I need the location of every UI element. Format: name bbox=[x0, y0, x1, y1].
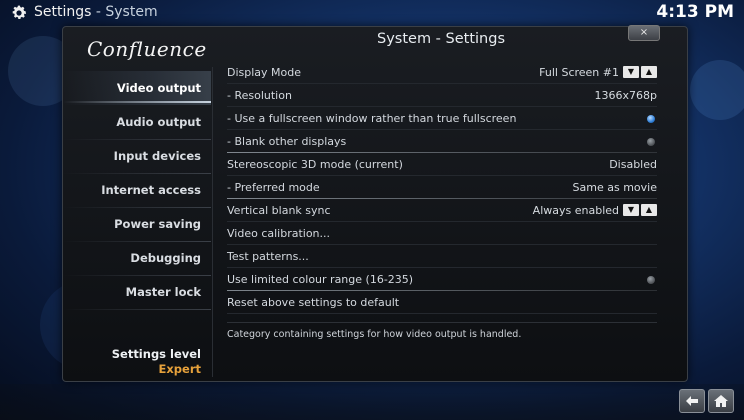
spinner-up-icon[interactable]: ▲ bbox=[641, 66, 657, 78]
background-bokeh bbox=[690, 60, 744, 120]
sidebar-divider bbox=[63, 173, 211, 174]
sidebar-item-master-lock[interactable]: Master lock bbox=[63, 275, 211, 309]
setting-label: Display Mode bbox=[227, 66, 302, 79]
sidebar-divider bbox=[63, 241, 211, 242]
spinner-up-icon[interactable]: ▲ bbox=[641, 204, 657, 216]
description-divider bbox=[227, 322, 657, 323]
sidebar-divider bbox=[63, 207, 211, 208]
setting-label: Test patterns... bbox=[227, 250, 309, 263]
setting-label: Stereoscopic 3D mode (current) bbox=[227, 158, 403, 171]
sidebar-item-power-saving[interactable]: Power saving bbox=[63, 207, 211, 241]
setting-label: - Use a fullscreen window rather than tr… bbox=[227, 112, 517, 125]
spinner-control: ▼ ▲ bbox=[623, 66, 657, 78]
setting-label: - Preferred mode bbox=[227, 181, 320, 194]
sidebar-divider bbox=[63, 139, 211, 140]
radio-off-icon[interactable] bbox=[647, 276, 655, 284]
setting-value: Always enabled bbox=[532, 204, 619, 217]
top-bar: Settings - System 4:13 PM bbox=[0, 0, 744, 26]
settings-list: Display Mode Full Screen #1 ▼ ▲ - Resolu… bbox=[227, 61, 657, 314]
sidebar: Video output Audio output Input devices … bbox=[63, 71, 211, 309]
sidebar-item-internet-access[interactable]: Internet access bbox=[63, 173, 211, 207]
page-title: System - Settings bbox=[377, 31, 505, 47]
setting-label: Video calibration... bbox=[227, 227, 331, 240]
sidebar-item-audio-output[interactable]: Audio output bbox=[63, 105, 211, 139]
gear-icon bbox=[12, 5, 27, 19]
setting-label: Vertical blank sync bbox=[227, 204, 331, 217]
bottom-bar bbox=[0, 384, 744, 420]
confluence-logo: Confluence bbox=[87, 37, 207, 61]
spinner-down-icon[interactable]: ▼ bbox=[623, 66, 639, 78]
breadcrumb-section: System bbox=[105, 4, 158, 20]
breadcrumb-app: Settings bbox=[34, 4, 92, 20]
settings-level-button[interactable]: Settings level Expert bbox=[63, 347, 201, 376]
breadcrumb: Settings - System bbox=[34, 4, 158, 20]
spinner-down-icon[interactable]: ▼ bbox=[623, 204, 639, 216]
setting-value: Same as movie bbox=[572, 181, 657, 194]
setting-blank-other-displays[interactable]: - Blank other displays bbox=[227, 130, 657, 153]
back-arrow-icon bbox=[686, 396, 698, 406]
clock: 4:13 PM bbox=[656, 2, 734, 22]
setting-value: 1366x768p bbox=[594, 89, 657, 102]
setting-label: Use limited colour range (16-235) bbox=[227, 273, 414, 286]
panel-separator bbox=[212, 67, 213, 377]
settings-window: × Confluence System - Settings Video out… bbox=[62, 25, 688, 382]
setting-reset-defaults[interactable]: Reset above settings to default bbox=[227, 291, 657, 314]
radio-on-icon[interactable] bbox=[647, 115, 655, 123]
back-button[interactable] bbox=[679, 389, 705, 413]
setting-test-patterns[interactable]: Test patterns... bbox=[227, 245, 657, 268]
settings-level-label: Settings level bbox=[111, 347, 201, 361]
setting-fullscreen-window[interactable]: - Use a fullscreen window rather than tr… bbox=[227, 107, 657, 130]
setting-limited-colour-range[interactable]: Use limited colour range (16-235) bbox=[227, 268, 657, 291]
sidebar-item-debugging[interactable]: Debugging bbox=[63, 241, 211, 275]
sidebar-divider bbox=[63, 275, 211, 276]
setting-video-calibration[interactable]: Video calibration... bbox=[227, 222, 657, 245]
sidebar-item-input-devices[interactable]: Input devices bbox=[63, 139, 211, 173]
sidebar-divider bbox=[63, 309, 211, 310]
setting-value: Disabled bbox=[609, 158, 657, 171]
home-button[interactable] bbox=[708, 389, 734, 413]
home-icon bbox=[714, 395, 728, 407]
setting-label: - Resolution bbox=[227, 89, 292, 102]
setting-value: Full Screen #1 bbox=[539, 66, 619, 79]
setting-vertical-blank-sync[interactable]: Vertical blank sync Always enabled ▼ ▲ bbox=[227, 199, 657, 222]
setting-display-mode[interactable]: Display Mode Full Screen #1 ▼ ▲ bbox=[227, 61, 657, 84]
sidebar-item-video-output[interactable]: Video output bbox=[63, 71, 211, 105]
breadcrumb-separator: - bbox=[91, 4, 106, 20]
setting-resolution[interactable]: - Resolution 1366x768p bbox=[227, 84, 657, 107]
radio-off-icon[interactable] bbox=[647, 138, 655, 146]
setting-stereoscopic-mode[interactable]: Stereoscopic 3D mode (current) Disabled bbox=[227, 153, 657, 176]
spinner-control: ▼ ▲ bbox=[623, 204, 657, 216]
setting-label: Reset above settings to default bbox=[227, 296, 400, 309]
close-button[interactable]: × bbox=[628, 25, 660, 41]
settings-level-value: Expert bbox=[158, 362, 201, 376]
category-description: Category containing settings for how vid… bbox=[227, 329, 522, 340]
setting-label: - Blank other displays bbox=[227, 135, 347, 148]
setting-preferred-mode[interactable]: - Preferred mode Same as movie bbox=[227, 176, 657, 199]
